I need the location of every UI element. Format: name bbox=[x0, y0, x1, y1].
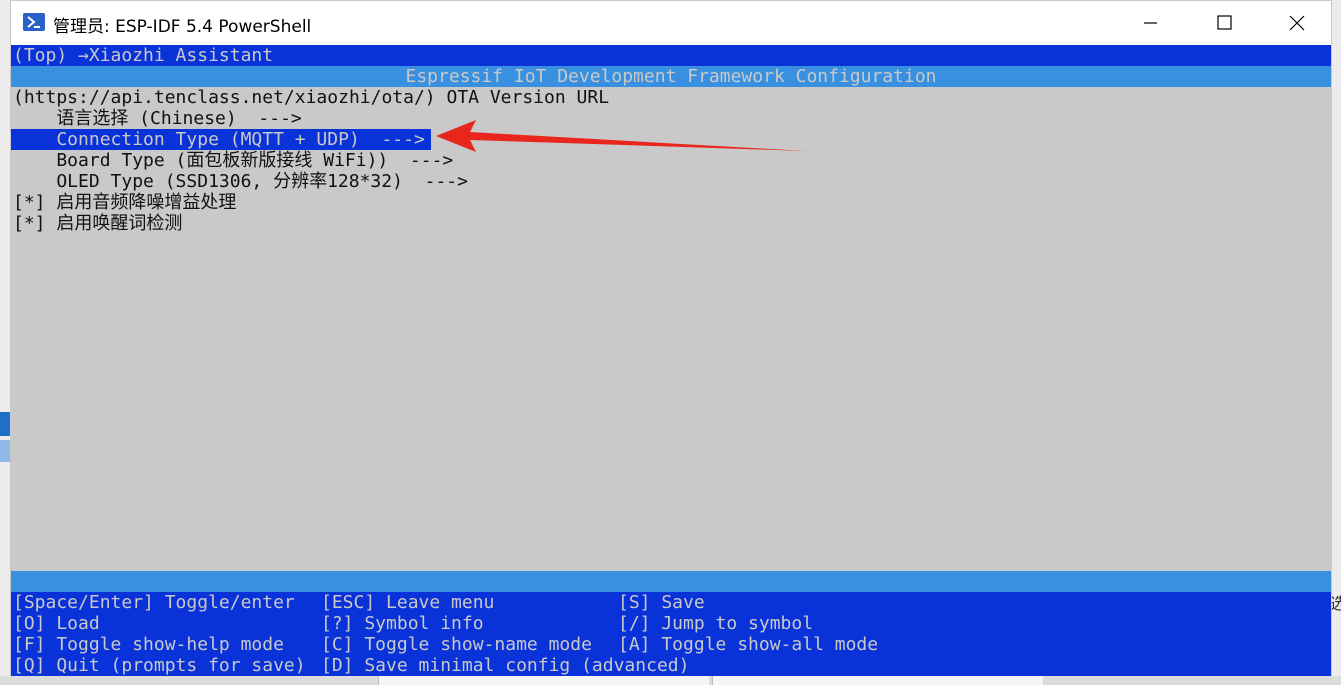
status-bar bbox=[11, 571, 1331, 592]
minimize-button[interactable] bbox=[1128, 1, 1174, 45]
config-banner: Espressif IoT Development Framework Conf… bbox=[11, 66, 1331, 87]
breadcrumb: (Top) →Xiaozhi Assistant bbox=[11, 45, 1331, 66]
help-panel: [Space/Enter] Toggle/enter [ESC] Leave m… bbox=[11, 592, 1331, 676]
close-button[interactable] bbox=[1273, 1, 1319, 45]
maximize-button[interactable] bbox=[1201, 1, 1247, 45]
menu-item-wake-word[interactable]: [*] 启用唤醒词检测 bbox=[11, 213, 1331, 234]
desktop-taskbar-fragment bbox=[0, 412, 10, 436]
menu-item-ota-url[interactable]: (https://api.tenclass.net/xiaozhi/ota/) … bbox=[11, 87, 1331, 108]
menu-item-oled-type[interactable]: OLED Type (SSD1306, 分辨率128*32) ---> bbox=[11, 171, 1331, 192]
powershell-window[interactable]: 管理员: ESP-IDF 5.4 PowerShell (Top) →Xiaoz… bbox=[10, 0, 1332, 676]
help-row: [Q] Quit (prompts for save) [D] Save min… bbox=[13, 655, 690, 676]
title-bar[interactable]: 管理员: ESP-IDF 5.4 PowerShell bbox=[11, 1, 1331, 45]
help-row: [O] Load [?] Symbol info [/] Jump to sym… bbox=[13, 613, 814, 634]
desktop-bottom bbox=[0, 676, 1341, 685]
menu-item-audio-denoise[interactable]: [*] 启用音频降噪增益处理 bbox=[11, 192, 1331, 213]
background-window-fragment bbox=[712, 676, 1043, 685]
desktop-fragment bbox=[0, 440, 10, 462]
annotation-arrow-icon bbox=[436, 120, 806, 152]
help-row: [F] Toggle show-help mode [C] Toggle sho… bbox=[13, 634, 879, 655]
background-window-fragment bbox=[378, 676, 709, 685]
help-row: [Space/Enter] Toggle/enter [ESC] Leave m… bbox=[13, 592, 705, 613]
powershell-icon bbox=[23, 13, 45, 31]
window-title: 管理员: ESP-IDF 5.4 PowerShell bbox=[53, 17, 312, 37]
